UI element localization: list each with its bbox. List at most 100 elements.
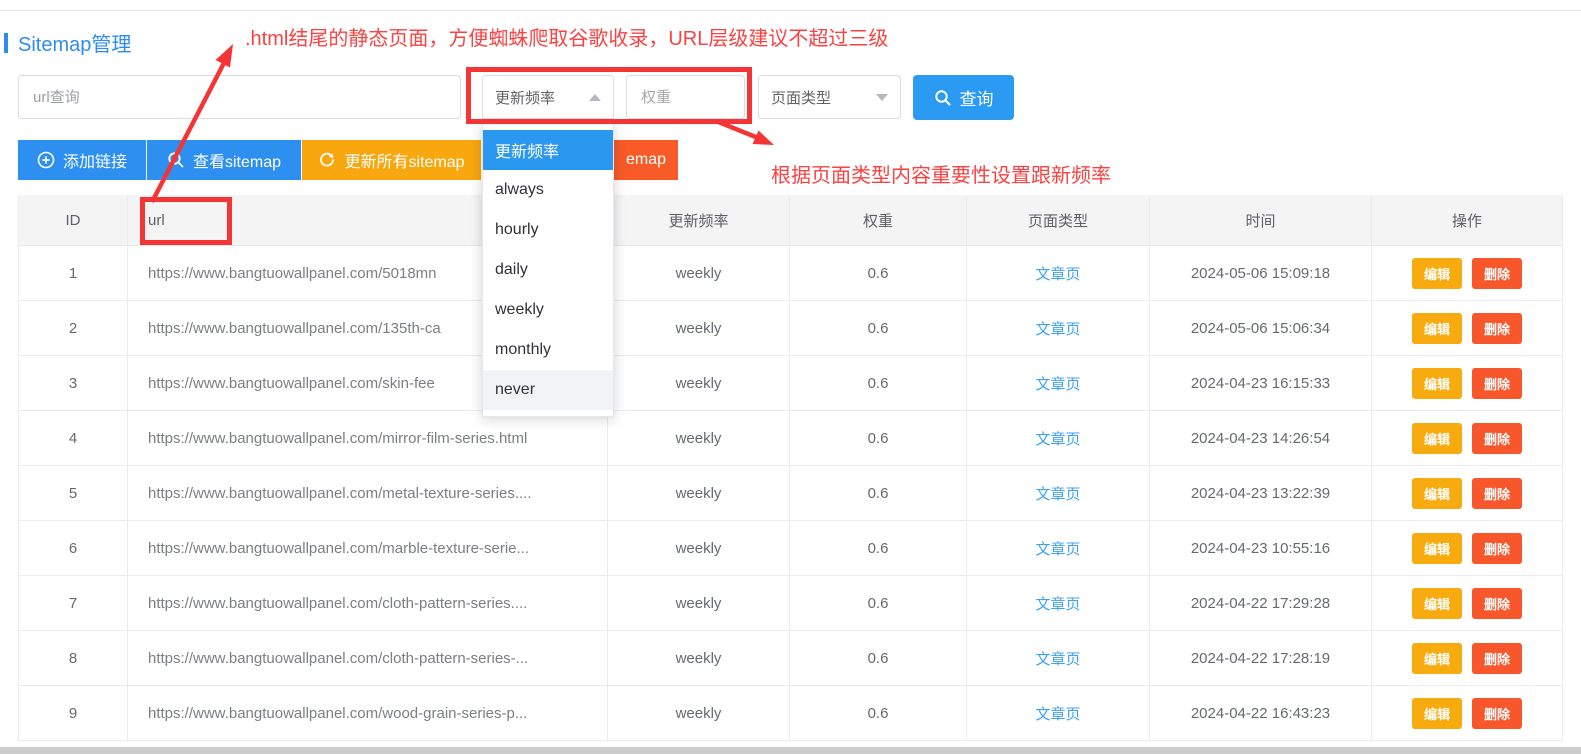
page-type-link[interactable]: 文章页 xyxy=(1035,483,1080,504)
edit-button[interactable]: 编辑 xyxy=(1412,643,1462,674)
dropdown-option[interactable]: monthly xyxy=(483,330,613,370)
edit-button[interactable]: 编辑 xyxy=(1412,588,1462,619)
url-cell: https://www.bangtuowallpanel.com/cloth-p… xyxy=(128,631,608,686)
url-cell: https://www.bangtuowallpanel.com/metal-t… xyxy=(128,466,608,521)
delete-button[interactable]: 删除 xyxy=(1472,478,1522,509)
url-search-input[interactable] xyxy=(18,75,461,119)
annotation-frequency-hint: 根据页面类型内容重要性设置跟新频率 xyxy=(771,159,1111,188)
search-button[interactable]: 查询 xyxy=(913,75,1014,120)
arrow-line-to-right-annotation xyxy=(716,121,757,138)
table-header: ID url 更新频率 权重 页面类型 时间 操作 xyxy=(18,195,1563,246)
weight-cell: 0.6 xyxy=(790,576,967,631)
header-time: 时间 xyxy=(1150,195,1372,246)
page-type-link[interactable]: 文章页 xyxy=(1035,263,1080,284)
time-cell: 2024-04-23 13:22:39 xyxy=(1150,466,1372,521)
delete-button[interactable]: 删除 xyxy=(1472,588,1522,619)
refresh-icon xyxy=(318,151,336,169)
header-id: ID xyxy=(18,195,128,246)
edit-button[interactable]: 编辑 xyxy=(1412,423,1462,454)
time-cell: 2024-04-23 16:15:33 xyxy=(1150,356,1372,411)
page-title: Sitemap管理 xyxy=(18,28,131,57)
frequency-cell: weekly xyxy=(608,631,790,686)
page-type-select-label: 页面类型 xyxy=(771,87,831,108)
url-cell: https://www.bangtuowallpanel.com/mirror-… xyxy=(128,411,608,466)
id-cell: 4 xyxy=(18,411,128,466)
dropdown-option[interactable]: never xyxy=(483,370,613,410)
page-type-select[interactable]: 页面类型 xyxy=(758,75,901,119)
table-row: 9 https://www.bangtuowallpanel.com/wood-… xyxy=(18,686,1563,741)
frequency-select[interactable]: 更新频率 xyxy=(482,75,614,119)
dropdown-option[interactable]: 更新频率 xyxy=(483,130,613,170)
page-type-link[interactable]: 文章页 xyxy=(1035,703,1080,724)
time-cell: 2024-05-06 15:09:18 xyxy=(1150,246,1372,301)
arrow-head-icon xyxy=(753,131,775,146)
table-row: 5 https://www.bangtuowallpanel.com/metal… xyxy=(18,466,1563,521)
partially-hidden-sitemap-button[interactable]: emap xyxy=(614,140,678,180)
table-row: 4 https://www.bangtuowallpanel.com/mirro… xyxy=(18,411,1563,466)
edit-button[interactable]: 编辑 xyxy=(1412,698,1462,729)
edit-button[interactable]: 编辑 xyxy=(1412,313,1462,344)
weight-input[interactable] xyxy=(626,75,745,119)
dropdown-option[interactable]: always xyxy=(483,170,613,210)
table-body: 1 https://www.bangtuowallpanel.com/5018m… xyxy=(18,246,1563,741)
table-row: 2 https://www.bangtuowallpanel.com/135th… xyxy=(18,301,1563,356)
table-row: 1 https://www.bangtuowallpanel.com/5018m… xyxy=(18,246,1563,301)
bottom-scroll-strip[interactable] xyxy=(0,747,1581,754)
id-cell: 2 xyxy=(18,301,128,356)
delete-button[interactable]: 删除 xyxy=(1472,423,1522,454)
delete-button[interactable]: 删除 xyxy=(1472,643,1522,674)
delete-button[interactable]: 删除 xyxy=(1472,258,1522,289)
header-page-type: 页面类型 xyxy=(967,195,1150,246)
frequency-cell: weekly xyxy=(608,466,790,521)
update-all-sitemap-label: 更新所有sitemap xyxy=(344,148,464,172)
header-weight: 权重 xyxy=(790,195,967,246)
delete-button[interactable]: 删除 xyxy=(1472,368,1522,399)
edit-button[interactable]: 编辑 xyxy=(1412,478,1462,509)
update-all-sitemap-button[interactable]: 更新所有sitemap xyxy=(302,140,481,180)
edit-button[interactable]: 编辑 xyxy=(1412,258,1462,289)
weight-cell: 0.6 xyxy=(790,411,967,466)
frequency-cell: weekly xyxy=(608,521,790,576)
edit-button[interactable]: 编辑 xyxy=(1412,533,1462,564)
time-cell: 2024-05-06 15:06:34 xyxy=(1150,301,1372,356)
delete-button[interactable]: 删除 xyxy=(1472,313,1522,344)
page-type-link[interactable]: 文章页 xyxy=(1035,538,1080,559)
weight-cell: 0.6 xyxy=(790,301,967,356)
delete-button[interactable]: 删除 xyxy=(1472,698,1522,729)
header-actions: 操作 xyxy=(1372,195,1563,246)
header-frequency: 更新频率 xyxy=(608,195,790,246)
time-cell: 2024-04-23 14:26:54 xyxy=(1150,411,1372,466)
frequency-select-label: 更新频率 xyxy=(495,87,555,108)
weight-cell: 0.6 xyxy=(790,631,967,686)
id-cell: 8 xyxy=(18,631,128,686)
edit-button[interactable]: 编辑 xyxy=(1412,368,1462,399)
dropdown-option[interactable]: hourly xyxy=(483,210,613,250)
dropdown-option[interactable]: weekly xyxy=(483,290,613,330)
time-cell: 2024-04-22 17:29:28 xyxy=(1150,576,1372,631)
annotation-static-pages: .html结尾的静态页面，方便蜘蛛爬取谷歌收录，URL层级建议不超过三级 xyxy=(245,22,888,51)
arrow-head-icon xyxy=(216,44,234,68)
add-link-label: 添加链接 xyxy=(63,148,127,172)
title-accent-bar xyxy=(4,33,8,53)
page-type-link[interactable]: 文章页 xyxy=(1035,428,1080,449)
frequency-cell: weekly xyxy=(608,411,790,466)
time-cell: 2024-04-22 16:43:23 xyxy=(1150,686,1372,741)
weight-cell: 0.6 xyxy=(790,686,967,741)
frequency-cell: weekly xyxy=(608,686,790,741)
page-type-link[interactable]: 文章页 xyxy=(1035,593,1080,614)
frequency-cell: weekly xyxy=(608,301,790,356)
table-row: 3 https://www.bangtuowallpanel.com/skin-… xyxy=(18,356,1563,411)
dropdown-option[interactable]: daily xyxy=(483,250,613,290)
id-cell: 7 xyxy=(18,576,128,631)
page-type-link[interactable]: 文章页 xyxy=(1035,318,1080,339)
view-sitemap-button[interactable]: 查看sitemap xyxy=(147,140,301,180)
table-row: 6 https://www.bangtuowallpanel.com/marbl… xyxy=(18,521,1563,576)
add-link-button[interactable]: 添加链接 xyxy=(18,140,146,180)
id-cell: 3 xyxy=(18,356,128,411)
weight-cell: 0.6 xyxy=(790,521,967,576)
page-type-link[interactable]: 文章页 xyxy=(1035,373,1080,394)
frequency-cell: weekly xyxy=(608,356,790,411)
sitemap-table: ID url 更新频率 权重 页面类型 时间 操作 1 https://www.… xyxy=(18,195,1563,741)
page-type-link[interactable]: 文章页 xyxy=(1035,648,1080,669)
delete-button[interactable]: 删除 xyxy=(1472,533,1522,564)
